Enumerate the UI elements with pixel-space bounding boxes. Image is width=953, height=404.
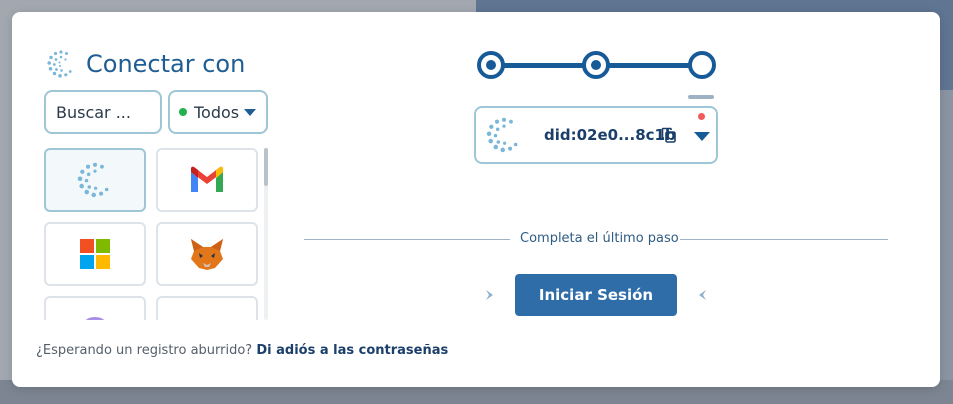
passwordless-link[interactable]: Di adiós a las contraseñas xyxy=(256,343,448,358)
divider-line-right xyxy=(680,239,888,240)
wallet-tile-pink[interactable] xyxy=(156,296,258,320)
divider-label: Completa el último paso xyxy=(520,231,679,246)
scrollbar-thumb[interactable] xyxy=(264,148,268,186)
login-button[interactable]: Iniciar Sesión xyxy=(515,274,677,316)
progress-stepper xyxy=(477,51,717,101)
did-value: did:02e0...8c1b xyxy=(544,126,676,144)
wallet-tile-purple[interactable] xyxy=(44,296,146,320)
notification-dot xyxy=(698,113,705,120)
connect-modal: Conectar con Todos xyxy=(12,12,940,387)
copy-icon[interactable] xyxy=(661,127,677,143)
metamask-fox-icon xyxy=(191,239,223,270)
divider-line-left xyxy=(304,239,510,240)
filter-label: Todos xyxy=(194,102,240,122)
status-dot xyxy=(179,108,187,116)
step-3-current xyxy=(688,51,716,79)
chevron-down-icon[interactable] xyxy=(694,132,710,141)
spiral-dots-icon xyxy=(77,162,109,198)
wallet-tile-did[interactable] xyxy=(44,148,146,212)
footer-prompt: ¿Esperando un registro aburrido? xyxy=(36,343,257,358)
wallet-tile-gmail[interactable] xyxy=(156,148,258,212)
step-2 xyxy=(582,51,610,79)
chevron-down-icon xyxy=(244,109,256,116)
pink-logo-icon xyxy=(190,311,224,320)
wallet-grid xyxy=(44,148,268,320)
step-1 xyxy=(477,51,505,79)
filter-dropdown[interactable]: Todos xyxy=(168,90,268,134)
gmail-icon xyxy=(191,166,223,192)
search-input[interactable] xyxy=(46,92,160,132)
purple-logo-icon xyxy=(85,317,105,320)
spiral-dots-icon xyxy=(486,117,518,153)
wallet-tile-metamask[interactable] xyxy=(156,222,258,286)
chevron-left-icon xyxy=(699,290,706,300)
footer-text: ¿Esperando un registro aburrido? Di adió… xyxy=(36,343,448,358)
microsoft-icon xyxy=(80,239,110,269)
current-step-indicator xyxy=(688,95,714,99)
search-box[interactable] xyxy=(44,90,162,134)
modal-title: Conectar con xyxy=(86,50,246,78)
wallet-tile-microsoft[interactable] xyxy=(44,222,146,286)
chevron-right-icon xyxy=(486,290,493,300)
spiral-dots-icon xyxy=(47,50,72,78)
did-selector[interactable]: did:02e0...8c1b xyxy=(474,106,718,164)
